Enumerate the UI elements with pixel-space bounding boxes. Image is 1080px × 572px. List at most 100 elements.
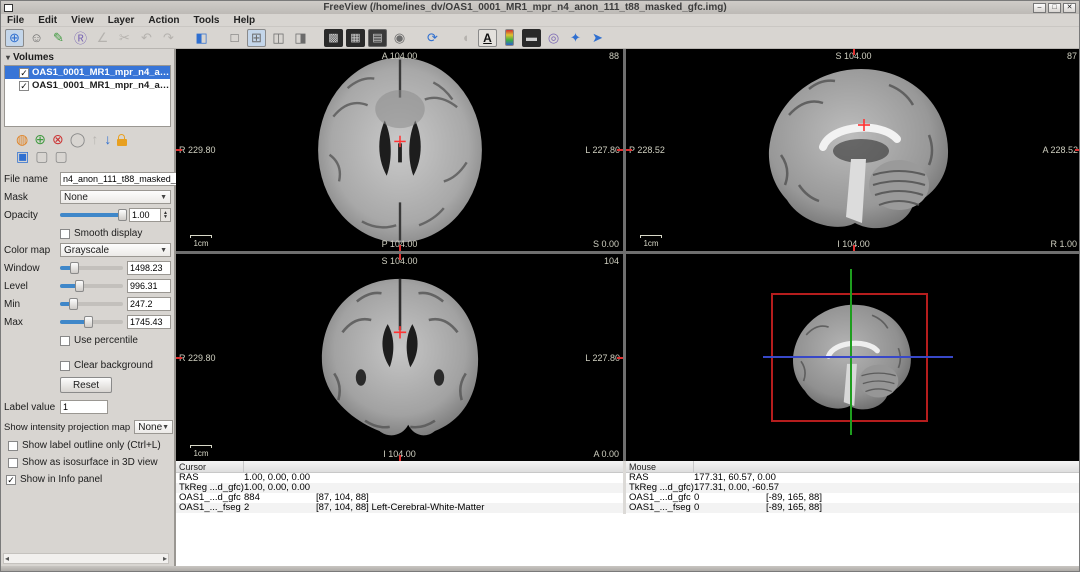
min-slider[interactable] [60,302,123,306]
load-volume-icon[interactable]: ⊕ [34,132,46,147]
view-axial-icon[interactable]: ▩ [324,29,343,47]
use-percentile-checkbox[interactable] [60,336,70,346]
volume-list: ✓ OAS1_0001_MR1_mpr_n4_anon ... ✓ OAS1_0… [4,65,171,127]
redo-icon[interactable]: ↷ [159,29,178,47]
recon-edit-tool-icon[interactable]: ✎ [49,29,68,47]
axial-view[interactable]: A 104.00 88 R 229.80 L 227.80 P 104.00 S… [176,49,623,251]
show-label-outline-checkbox[interactable] [8,441,18,451]
max-slider[interactable] [60,320,123,324]
menu-help[interactable]: Help [233,15,255,26]
mouse-info-panel: Mouse RAS 177.31, 60.57, 0.00 TkReg ...d… [626,461,1080,514]
volume-visible-checkbox[interactable]: ✓ [19,81,29,91]
crosshair-tick-icon [1075,149,1080,151]
undo-icon[interactable]: ↶ [137,29,156,47]
show-info-panel-checkbox[interactable]: ✓ [6,475,16,485]
save-volume-icon[interactable]: ◯ [70,132,86,147]
volume-list-item[interactable]: ✓ OAS1_0001_MR1_mpr_n4_anon ... [5,66,170,79]
view-3d-icon[interactable]: ◉ [390,29,409,47]
unlock-layer-icon[interactable] [117,139,127,146]
menu-view[interactable]: View [71,15,94,26]
menu-layer[interactable]: Layer [108,15,135,26]
volume-visible-checkbox[interactable]: ✓ [19,68,29,78]
voxel-edit-tool-icon[interactable]: ☺ [27,29,46,47]
adjust-contrast-icon[interactable]: ▬ [522,29,541,47]
collapse-triangle-icon[interactable]: ▾ [6,53,10,62]
mask-dropdown[interactable]: None ▼ [60,190,171,204]
volume-item-label: OAS1_0001_MR1_mpr_n4_anon_11... [32,80,170,91]
move-layer-up-icon[interactable]: ↑ [91,132,98,147]
slice-axis-blue[interactable] [763,356,953,358]
layout-1x3-side-icon[interactable]: ◨ [291,29,310,47]
layout-single-icon[interactable]: □ [225,29,244,47]
status-bar [1,566,1079,571]
layout-1x3-icon[interactable]: ◫ [269,29,288,47]
intensity-projection-label: Show intensity projection map [4,422,130,433]
level-input[interactable] [127,279,171,293]
reset-view-icon[interactable]: ⟳ [423,29,442,47]
toggle-control-panel-icon[interactable]: ◧ [192,29,211,47]
close-volume-icon[interactable]: ⊗ [52,132,64,147]
save-screenshot-icon[interactable]: ✦ [566,29,585,47]
label-value-input[interactable] [60,400,108,414]
opacity-input[interactable] [129,208,161,222]
menu-file[interactable]: File [7,15,24,26]
view-sagittal-icon[interactable]: ▦ [346,29,365,47]
color-map-dropdown[interactable]: Grayscale ▼ [60,243,171,257]
volumes-header[interactable]: ▾ Volumes [6,52,171,63]
window-label: Window [4,263,60,274]
path-edit-tool-icon[interactable]: ✂ [115,29,134,47]
axial-bottom-right-coordinate: S 0.00 [593,239,619,249]
menu-tools[interactable]: Tools [194,15,220,26]
paste-settings-icon[interactable]: ▢ [35,149,48,164]
scroll-right-icon[interactable]: ▸ [163,554,167,563]
intensity-projection-dropdown[interactable]: None ▼ [134,420,173,434]
view-3d[interactable] [626,254,1080,461]
menu-action[interactable]: Action [148,15,179,26]
show-brain-surface-icon[interactable]: ◖ [456,29,475,47]
layout-2x2-icon[interactable]: ⊞ [247,29,266,47]
coronal-view[interactable]: S 104.00 104 R 229.80 L 227.80 I 104.00 … [176,254,623,461]
control-panel: ▾ Volumes ✓ OAS1_0001_MR1_mpr_n4_anon ..… [1,49,176,568]
slice-axis-green[interactable] [850,269,852,435]
opacity-spinner[interactable]: ▲▼ [161,208,171,222]
maximize-button[interactable]: □ [1048,3,1061,13]
chevron-down-icon: ▼ [162,424,169,431]
goto-point-icon[interactable]: ➤ [588,29,607,47]
roi-edit-tool-icon[interactable]: Ⓡ [71,29,90,47]
show-isosurface-checkbox[interactable] [8,458,18,468]
sagittal-left-coordinate: P 228.52 [629,145,665,155]
record-movie-icon[interactable]: ◎ [544,29,563,47]
volume-list-item[interactable]: ✓ OAS1_0001_MR1_mpr_n4_anon_11... [5,79,170,92]
scroll-left-icon[interactable]: ◂ [5,554,9,563]
clear-background-checkbox[interactable] [60,361,70,371]
sagittal-view[interactable]: S 104.00 87 P 228.52 A 228.52 I 104.00 R… [626,49,1080,251]
axial-left-coordinate: R 229.80 [179,145,216,155]
navigate-tool-icon[interactable]: ⊕ [5,29,24,47]
move-layer-down-icon[interactable]: ↓ [104,132,111,147]
level-slider[interactable] [60,284,123,288]
paste-settings-all-icon[interactable]: ▢ [54,149,67,164]
file-name-label: File name [4,174,60,185]
measure-tool-icon[interactable]: ∠ [93,29,112,47]
sidebar-horizontal-scrollbar[interactable]: ◂ ▸ [3,553,169,564]
smooth-display-checkbox[interactable] [60,229,70,239]
window-slider[interactable] [60,266,123,270]
minimize-button[interactable]: ‒ [1033,3,1046,13]
axial-top-coordinate: A 104.00 [382,51,418,61]
opacity-slider[interactable] [60,213,125,217]
volume-item-label: OAS1_0001_MR1_mpr_n4_anon ... [32,67,170,78]
min-input[interactable] [127,297,171,311]
window-title: FreeView (/home/ines_dv/OAS1_0001_MR1_mp… [17,1,1033,14]
show-annotation-icon[interactable]: A [478,29,497,47]
view-coronal-icon[interactable]: ▤ [368,29,387,47]
close-button[interactable]: ✕ [1063,3,1076,13]
menu-edit[interactable]: Edit [38,15,57,26]
reset-button[interactable]: Reset [60,377,112,393]
max-input[interactable] [127,315,171,329]
window-input[interactable] [127,261,171,275]
copy-settings-icon[interactable]: ▣ [16,149,29,164]
show-color-scale-icon[interactable] [505,29,514,46]
file-name-input[interactable] [60,172,183,186]
new-volume-icon[interactable]: ◍ [16,132,28,147]
view-grid: A 104.00 88 R 229.80 L 227.80 P 104.00 S… [176,49,1080,461]
